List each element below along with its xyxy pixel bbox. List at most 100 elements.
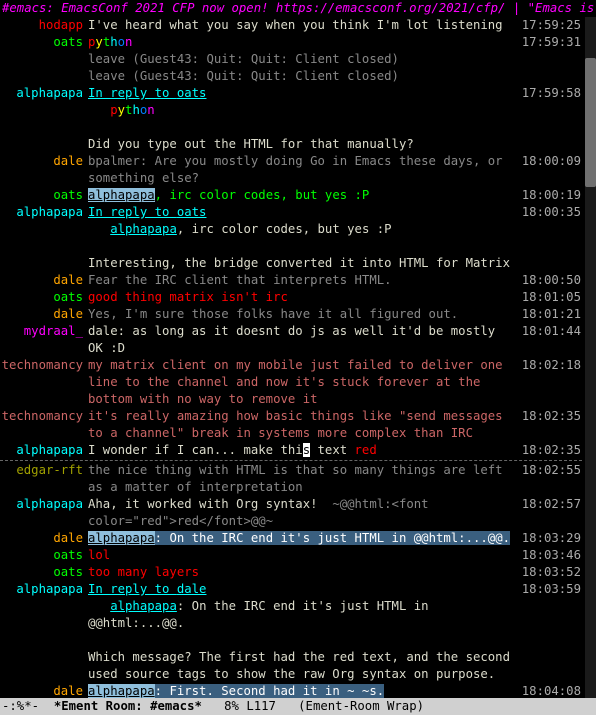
nick: technomancy: [0, 408, 88, 425]
message-row: technomancymy matrix client on my mobile…: [0, 357, 582, 408]
reply-target[interactable]: dale: [177, 582, 207, 596]
nick: alphapapa: [0, 581, 88, 598]
message-row: oatstoo many layers18:03:52: [0, 564, 582, 581]
timestamp: 18:04:08: [517, 683, 582, 698]
timestamp: 18:02:35: [517, 408, 582, 425]
message-body: leave (Guest43: Quit: Quit: Client close…: [88, 68, 517, 85]
modeline: -:%*- *Ement Room: #emacs* 8% L117 (Emen…: [0, 698, 596, 715]
message-body: the nice thing with HTML is that so many…: [88, 462, 517, 496]
message-body: it's really amazing how basic things lik…: [88, 408, 517, 442]
timestamp: 17:59:25: [517, 17, 582, 34]
mention[interactable]: alphapapa: [88, 188, 155, 202]
message-row: alphapapaIn reply to dale18:03:59: [0, 581, 582, 598]
message-body: my matrix client on my mobile just faile…: [88, 357, 517, 408]
nick: alphapapa: [0, 85, 88, 102]
message-body: leave (Guest43: Quit: Quit: Client close…: [88, 51, 517, 68]
nick: edgar-rft: [0, 462, 88, 479]
message-body: alphapapa: On the IRC end it's just HTML…: [88, 530, 517, 547]
emacs-screen: #emacs: EmacsConf 2021 CFP now open! htt…: [0, 0, 596, 715]
message-body: Yes, I'm sure those folks have it all fi…: [88, 306, 517, 323]
message-row: daleFear the IRC client that interprets …: [0, 272, 582, 289]
timestamp: 18:00:50: [517, 272, 582, 289]
message-row: mydraal_dale: as long as it doesnt do js…: [0, 323, 582, 357]
nick: dale: [0, 683, 88, 698]
reply-target[interactable]: oats: [177, 86, 207, 100]
message-body: Aha, it worked with Org syntax! ~@@html:…: [88, 496, 517, 530]
message-row: alphapapaI wonder if I can... make this …: [0, 442, 582, 459]
modeline-modes: (Ement-Room Wrap): [298, 698, 424, 715]
message-body: dale: as long as it doesnt do js as well…: [88, 323, 517, 357]
mention[interactable]: alphapapa: [88, 531, 155, 545]
message-body: Fear the IRC client that interprets HTML…: [88, 272, 517, 289]
message-row: leave (Guest43: Quit: Quit: Client close…: [0, 51, 582, 68]
nick: oats: [0, 187, 88, 204]
modeline-flags: -:%*-: [2, 698, 54, 715]
message-body: Which message? The first had the red tex…: [88, 649, 517, 683]
nick: dale: [0, 272, 88, 289]
channel-topic: #emacs: EmacsConf 2021 CFP now open! htt…: [0, 0, 596, 17]
timestamp: 18:03:46: [517, 547, 582, 564]
message-list: hodappI've heard what you say when you t…: [0, 17, 596, 698]
message-body: python: [88, 34, 517, 51]
scrollbar-thumb[interactable]: [585, 58, 596, 187]
timestamp: 18:02:18: [517, 357, 582, 374]
modeline-buffer-name: *Ement Room: #emacs*: [54, 698, 202, 715]
timestamp: 18:03:52: [517, 564, 582, 581]
message-body: alphapapa: First. Second had it in ~ ~s.: [88, 683, 517, 698]
timestamp: 17:59:58: [517, 85, 582, 102]
message-row: Which message? The first had the red tex…: [0, 649, 582, 683]
timestamp: 18:00:19: [517, 187, 582, 204]
message-row: oatspython17:59:31: [0, 34, 582, 51]
message-body: I've heard what you say when you think I…: [88, 17, 517, 34]
timestamp: 18:01:44: [517, 323, 582, 340]
scrollbar-track[interactable]: [585, 17, 596, 698]
nick: dale: [0, 530, 88, 547]
timestamp: 18:02:55: [517, 462, 582, 479]
message-row: technomancyit's really amazing how basic…: [0, 408, 582, 442]
message-row: oatslol18:03:46: [0, 547, 582, 564]
nick: mydraal_: [0, 323, 88, 340]
reply-link[interactable]: In reply to: [88, 86, 177, 100]
message-row: daleYes, I'm sure those folks have it al…: [0, 306, 582, 323]
message-row: dalealphapapa: First. Second had it in ~…: [0, 683, 582, 698]
message-body: In reply to dale: [88, 581, 517, 598]
message-body: Did you type out the HTML for that manua…: [88, 136, 517, 153]
message-row: alphapapa, irc color codes, but yes :P: [0, 221, 582, 238]
message-body: alphapapa, irc color codes, but yes :P: [88, 221, 517, 238]
nick: alphapapa: [0, 442, 88, 459]
message-row: Interesting, the bridge converted it int…: [0, 255, 582, 272]
message-row: edgar-rftthe nice thing with HTML is tha…: [0, 462, 582, 496]
timestamp: 18:01:21: [517, 306, 582, 323]
message-body: alphapapa, irc color codes, but yes :P: [88, 187, 517, 204]
nick: oats: [0, 547, 88, 564]
mention[interactable]: alphapapa: [110, 222, 177, 236]
message-row: dalealphapapa: On the IRC end it's just …: [0, 530, 582, 547]
message-body: In reply to oats: [88, 204, 517, 221]
reply-link[interactable]: In reply to: [88, 582, 177, 596]
chat-buffer[interactable]: hodappI've heard what you say when you t…: [0, 17, 596, 698]
nick: technomancy: [0, 357, 88, 374]
message-row: alphapapa: On the IRC end it's just HTML…: [0, 598, 582, 632]
nick: dale: [0, 153, 88, 170]
timestamp: 18:00:09: [517, 153, 582, 170]
message-body: I wonder if I can... make this text red: [88, 442, 517, 459]
mention[interactable]: alphapapa: [110, 599, 177, 613]
message-body: lol: [88, 547, 517, 564]
text-cursor: s: [303, 443, 310, 457]
nick: alphapapa: [0, 496, 88, 513]
nick: oats: [0, 564, 88, 581]
mention[interactable]: alphapapa: [88, 684, 155, 698]
message-row: dalebpalmer: Are you mostly doing Go in …: [0, 153, 582, 187]
message-row: python: [0, 102, 582, 119]
nick: oats: [0, 289, 88, 306]
nick: hodapp: [0, 17, 88, 34]
reply-target[interactable]: oats: [177, 205, 207, 219]
timestamp: 18:00:35: [517, 204, 582, 221]
message-row: Did you type out the HTML for that manua…: [0, 136, 582, 153]
timestamp: 17:59:31: [517, 34, 582, 51]
reply-link[interactable]: In reply to: [88, 205, 177, 219]
nick: alphapapa: [0, 204, 88, 221]
message-body: too many layers: [88, 564, 517, 581]
message-row: oatsgood thing matrix isn't irc18:01:05: [0, 289, 582, 306]
message-row: alphapapaIn reply to oats18:00:35: [0, 204, 582, 221]
